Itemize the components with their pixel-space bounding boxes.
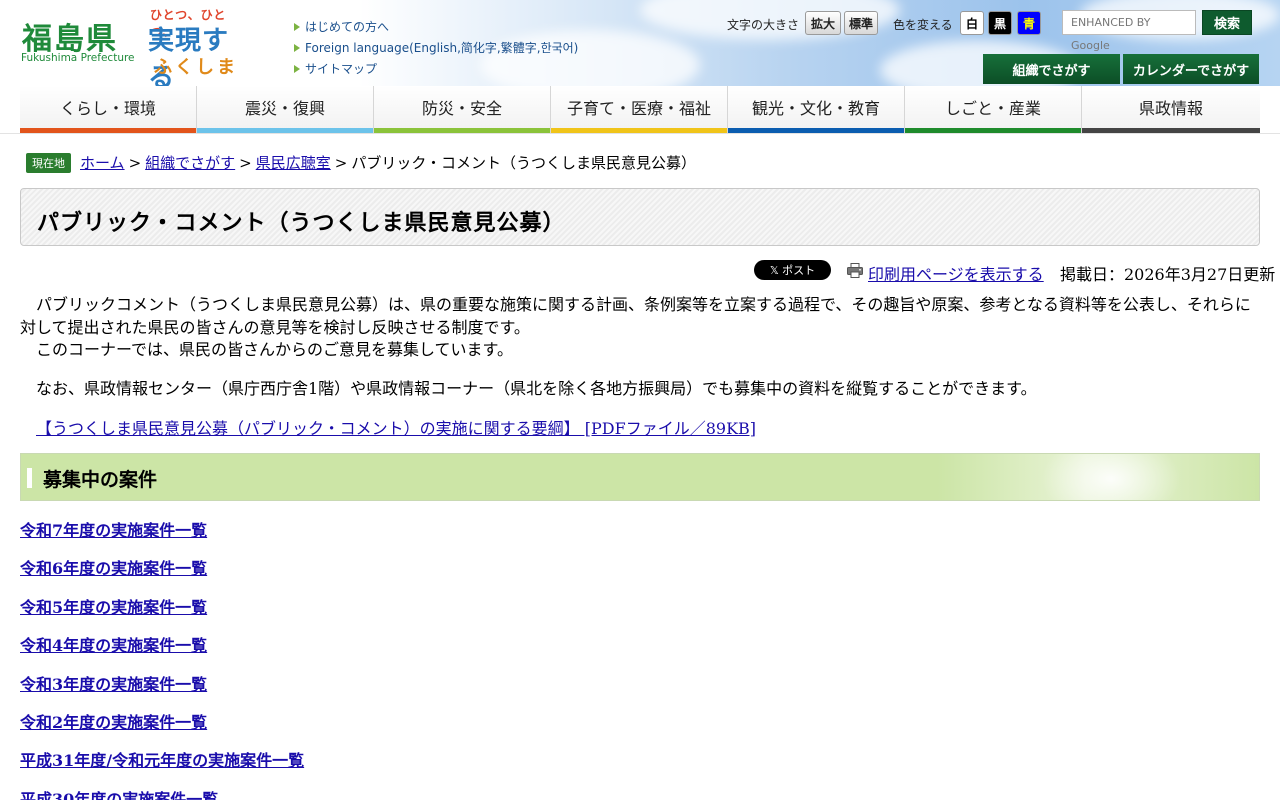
color-blue-button[interactable]: 青: [1017, 11, 1041, 35]
page-title-box: パブリック・コメント（うつくしま県民意見公募）: [20, 188, 1260, 246]
header-links: はじめての方へ Foreign language(English,简化字,繁體字…: [294, 16, 578, 79]
breadcrumb-home[interactable]: ホーム: [80, 152, 125, 173]
link-first-time[interactable]: はじめての方へ: [294, 16, 578, 37]
nav-item-label: くらし・環境: [59, 98, 156, 118]
page-title: パブリック・コメント（うつくしま県民意見公募）: [37, 211, 566, 236]
search-placeholder: ENHANCED BY Google: [1071, 16, 1151, 52]
year-link-h30[interactable]: 平成30年度の実施案件一覧: [20, 786, 304, 800]
nav-item-living[interactable]: くらし・環境: [20, 86, 197, 133]
triangle-icon: [294, 43, 300, 52]
breadcrumb-badge: 現在地: [26, 152, 71, 173]
year-link-r4[interactable]: 令和4年度の実施案件一覧: [20, 632, 304, 670]
year-link-h31[interactable]: 平成31年度/令和元年度の実施案件一覧: [20, 747, 304, 785]
updated-date: 掲載日：2026年3月27日更新: [1060, 265, 1276, 284]
link-sitemap[interactable]: サイトマップ: [294, 58, 578, 79]
color-label: 色を変える: [893, 18, 953, 32]
nav-item-label: 防災・安全: [421, 98, 502, 118]
nav-item-tourism[interactable]: 観光・文化・教育: [728, 86, 905, 133]
breadcrumb-org-search[interactable]: 組織でさがす: [145, 152, 235, 173]
intro-paragraph-3: なお、県政情報センター（県庁西庁舎1階）や県政情報コーナー（県北を除く各地方振興…: [36, 379, 1037, 398]
year-link-r6[interactable]: 令和6年度の実施案件一覧: [20, 555, 304, 593]
link-sitemap-label: サイトマップ: [305, 62, 378, 76]
org-search-button[interactable]: 組織でさがす: [983, 54, 1120, 84]
intro-paragraph: パブリックコメント（うつくしま県民意見公募）は、県の重要な施策に関する計画、条例…: [20, 295, 1251, 337]
slogan-line3: ふくしま: [154, 57, 238, 78]
nav-item-recovery[interactable]: 震災・復興: [197, 86, 374, 133]
link-foreign-language-label: Foreign language(English,简化字,繁體字,한국어): [305, 41, 579, 55]
nav-item-work[interactable]: しごと・産業: [905, 86, 1082, 133]
global-nav: くらし・環境 震災・復興 防災・安全 子育て・医療・福祉 観光・文化・教育 しご…: [20, 86, 1260, 133]
nav-divider: [0, 133, 1280, 134]
nav-item-welfare[interactable]: 子育て・医療・福祉: [551, 86, 728, 133]
intro-paragraph-2: このコーナーでは、県民の皆さんからのご意見を募集しています。: [36, 340, 513, 359]
nav-item-government[interactable]: 県政情報: [1082, 86, 1260, 133]
section-heading-label: 募集中の案件: [43, 469, 158, 491]
site-logo-roman[interactable]: Fukushima Prefecture: [21, 52, 135, 64]
text-size-enlarge-button[interactable]: 拡大: [805, 11, 841, 35]
link-first-time-label: はじめての方へ: [305, 20, 390, 34]
breadcrumb-separator: >: [334, 153, 348, 172]
year-link-r2[interactable]: 令和2年度の実施案件一覧: [20, 709, 304, 747]
nav-item-label: 震災・復興: [244, 98, 325, 118]
year-link-r7[interactable]: 令和7年度の実施案件一覧: [20, 517, 304, 555]
x-post-button[interactable]: 𝕏 ポスト: [754, 260, 831, 280]
calendar-search-button[interactable]: カレンダーでさがす: [1123, 54, 1259, 84]
breadcrumb-public-hearing-office[interactable]: 県民広聴室: [256, 152, 331, 173]
link-foreign-language[interactable]: Foreign language(English,简化字,繁體字,한국어): [294, 37, 578, 58]
year-link-r5[interactable]: 令和5年度の実施案件一覧: [20, 594, 304, 632]
text-size-label: 文字の大きさ: [727, 18, 800, 32]
print-page-link[interactable]: 印刷用ページを表示する: [868, 261, 1044, 285]
nav-item-label: しごと・産業: [944, 98, 1041, 118]
breadcrumb-current: パブリック・コメント（うつくしま県民意見公募）: [351, 154, 697, 172]
nav-item-safety[interactable]: 防災・安全: [374, 86, 551, 133]
color-white-button[interactable]: 白: [960, 11, 984, 35]
breadcrumb-separator: >: [239, 153, 252, 172]
search-input[interactable]: ENHANCED BY Google: [1062, 10, 1196, 52]
heading-decoration: [1041, 454, 1181, 500]
triangle-icon: [294, 22, 300, 31]
search-button[interactable]: 検索: [1202, 10, 1252, 35]
slogan-logo: ひとつ、ひとつ、 実現する ふくしま: [148, 6, 248, 86]
site-header: 福島県 Fukushima Prefecture ひとつ、ひとつ、 実現する ふ…: [0, 0, 1280, 86]
section-heading: 募集中の案件: [20, 453, 1260, 501]
year-link-list: 令和7年度の実施案件一覧 令和6年度の実施案件一覧 令和5年度の実施案件一覧 令…: [20, 517, 304, 800]
pdf-guideline-link[interactable]: 【うつくしま県民意見公募（パブリック・コメント）の実施に関する要綱】 [PDFフ…: [36, 415, 756, 439]
color-black-button[interactable]: 黒: [988, 11, 1012, 35]
breadcrumb: 現在地 ホーム > 組織でさがす > 県民広聴室 > パブリック・コメント（うつ…: [26, 152, 696, 173]
triangle-icon: [294, 64, 300, 73]
year-link-r3[interactable]: 令和3年度の実施案件一覧: [20, 671, 304, 709]
text-size-standard-button[interactable]: 標準: [844, 11, 878, 35]
nav-item-label: 子育て・医療・福祉: [566, 98, 711, 118]
nav-item-label: 県政情報: [1138, 98, 1203, 118]
printer-icon: [847, 263, 863, 278]
heading-bar: [27, 468, 32, 488]
nav-item-label: 観光・文化・教育: [751, 98, 880, 118]
breadcrumb-separator: >: [128, 153, 142, 172]
